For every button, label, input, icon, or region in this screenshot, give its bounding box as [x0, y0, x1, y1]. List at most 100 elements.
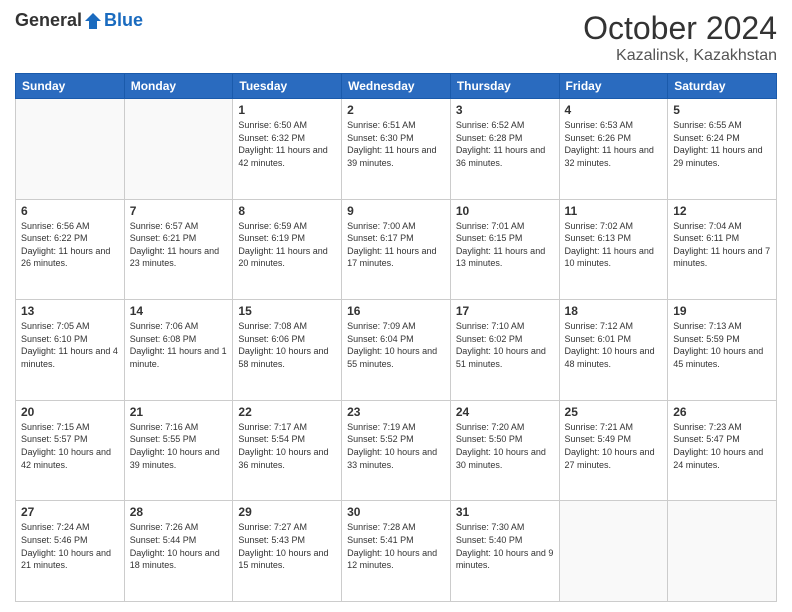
- calendar-cell: 13 Sunrise: 7:05 AM Sunset: 6:10 PM Dayl…: [16, 300, 125, 401]
- location-title: Kazalinsk, Kazakhstan: [583, 47, 777, 65]
- day-info: Sunrise: 7:04 AM Sunset: 6:11 PM Dayligh…: [673, 220, 771, 270]
- day-info: Sunrise: 7:08 AM Sunset: 6:06 PM Dayligh…: [238, 320, 336, 370]
- calendar-cell: 4 Sunrise: 6:53 AM Sunset: 6:26 PM Dayli…: [559, 99, 668, 200]
- day-number: 7: [130, 204, 228, 218]
- calendar-cell: 2 Sunrise: 6:51 AM Sunset: 6:30 PM Dayli…: [342, 99, 451, 200]
- day-info: Sunrise: 6:50 AM Sunset: 6:32 PM Dayligh…: [238, 119, 336, 169]
- calendar-cell: [16, 99, 125, 200]
- calendar-cell: 14 Sunrise: 7:06 AM Sunset: 6:08 PM Dayl…: [124, 300, 233, 401]
- col-header-wednesday: Wednesday: [342, 74, 451, 99]
- calendar-cell: 12 Sunrise: 7:04 AM Sunset: 6:11 PM Dayl…: [668, 199, 777, 300]
- logo-text: General Blue: [15, 10, 143, 31]
- day-number: 21: [130, 405, 228, 419]
- day-number: 3: [456, 103, 554, 117]
- calendar-cell: 31 Sunrise: 7:30 AM Sunset: 5:40 PM Dayl…: [450, 501, 559, 602]
- col-header-tuesday: Tuesday: [233, 74, 342, 99]
- day-info: Sunrise: 6:56 AM Sunset: 6:22 PM Dayligh…: [21, 220, 119, 270]
- calendar-cell: [559, 501, 668, 602]
- calendar-cell: 20 Sunrise: 7:15 AM Sunset: 5:57 PM Dayl…: [16, 400, 125, 501]
- calendar-cell: 22 Sunrise: 7:17 AM Sunset: 5:54 PM Dayl…: [233, 400, 342, 501]
- day-number: 2: [347, 103, 445, 117]
- day-info: Sunrise: 7:26 AM Sunset: 5:44 PM Dayligh…: [130, 521, 228, 571]
- week-row-4: 20 Sunrise: 7:15 AM Sunset: 5:57 PM Dayl…: [16, 400, 777, 501]
- day-number: 4: [565, 103, 663, 117]
- calendar-cell: 9 Sunrise: 7:00 AM Sunset: 6:17 PM Dayli…: [342, 199, 451, 300]
- calendar-cell: 7 Sunrise: 6:57 AM Sunset: 6:21 PM Dayli…: [124, 199, 233, 300]
- day-info: Sunrise: 6:52 AM Sunset: 6:28 PM Dayligh…: [456, 119, 554, 169]
- day-number: 31: [456, 505, 554, 519]
- week-row-1: 1 Sunrise: 6:50 AM Sunset: 6:32 PM Dayli…: [16, 99, 777, 200]
- day-info: Sunrise: 7:23 AM Sunset: 5:47 PM Dayligh…: [673, 421, 771, 471]
- day-number: 16: [347, 304, 445, 318]
- calendar-header-row: SundayMondayTuesdayWednesdayThursdayFrid…: [16, 74, 777, 99]
- col-header-thursday: Thursday: [450, 74, 559, 99]
- calendar-cell: 25 Sunrise: 7:21 AM Sunset: 5:49 PM Dayl…: [559, 400, 668, 501]
- day-info: Sunrise: 6:51 AM Sunset: 6:30 PM Dayligh…: [347, 119, 445, 169]
- day-number: 26: [673, 405, 771, 419]
- calendar-cell: 26 Sunrise: 7:23 AM Sunset: 5:47 PM Dayl…: [668, 400, 777, 501]
- page: General Blue October 2024 Kazalinsk, Kaz…: [0, 0, 792, 612]
- calendar-cell: 21 Sunrise: 7:16 AM Sunset: 5:55 PM Dayl…: [124, 400, 233, 501]
- day-info: Sunrise: 7:17 AM Sunset: 5:54 PM Dayligh…: [238, 421, 336, 471]
- day-number: 12: [673, 204, 771, 218]
- calendar-cell: [124, 99, 233, 200]
- day-info: Sunrise: 7:28 AM Sunset: 5:41 PM Dayligh…: [347, 521, 445, 571]
- calendar-cell: 3 Sunrise: 6:52 AM Sunset: 6:28 PM Dayli…: [450, 99, 559, 200]
- logo-general: General: [15, 10, 82, 31]
- logo: General Blue: [15, 10, 143, 31]
- day-info: Sunrise: 7:15 AM Sunset: 5:57 PM Dayligh…: [21, 421, 119, 471]
- day-number: 8: [238, 204, 336, 218]
- week-row-5: 27 Sunrise: 7:24 AM Sunset: 5:46 PM Dayl…: [16, 501, 777, 602]
- calendar-cell: 27 Sunrise: 7:24 AM Sunset: 5:46 PM Dayl…: [16, 501, 125, 602]
- day-info: Sunrise: 6:59 AM Sunset: 6:19 PM Dayligh…: [238, 220, 336, 270]
- day-number: 11: [565, 204, 663, 218]
- calendar-cell: [668, 501, 777, 602]
- calendar-cell: 15 Sunrise: 7:08 AM Sunset: 6:06 PM Dayl…: [233, 300, 342, 401]
- day-number: 5: [673, 103, 771, 117]
- title-section: October 2024 Kazalinsk, Kazakhstan: [583, 10, 777, 65]
- day-number: 17: [456, 304, 554, 318]
- calendar-cell: 19 Sunrise: 7:13 AM Sunset: 5:59 PM Dayl…: [668, 300, 777, 401]
- col-header-sunday: Sunday: [16, 74, 125, 99]
- day-info: Sunrise: 7:13 AM Sunset: 5:59 PM Dayligh…: [673, 320, 771, 370]
- day-number: 14: [130, 304, 228, 318]
- day-info: Sunrise: 7:27 AM Sunset: 5:43 PM Dayligh…: [238, 521, 336, 571]
- calendar-cell: 28 Sunrise: 7:26 AM Sunset: 5:44 PM Dayl…: [124, 501, 233, 602]
- day-info: Sunrise: 7:00 AM Sunset: 6:17 PM Dayligh…: [347, 220, 445, 270]
- day-info: Sunrise: 6:57 AM Sunset: 6:21 PM Dayligh…: [130, 220, 228, 270]
- header: General Blue October 2024 Kazalinsk, Kaz…: [15, 10, 777, 65]
- calendar-cell: 1 Sunrise: 6:50 AM Sunset: 6:32 PM Dayli…: [233, 99, 342, 200]
- calendar-cell: 5 Sunrise: 6:55 AM Sunset: 6:24 PM Dayli…: [668, 99, 777, 200]
- calendar-cell: 18 Sunrise: 7:12 AM Sunset: 6:01 PM Dayl…: [559, 300, 668, 401]
- logo-icon: [83, 11, 103, 31]
- day-number: 27: [21, 505, 119, 519]
- calendar-cell: 30 Sunrise: 7:28 AM Sunset: 5:41 PM Dayl…: [342, 501, 451, 602]
- day-info: Sunrise: 7:21 AM Sunset: 5:49 PM Dayligh…: [565, 421, 663, 471]
- col-header-monday: Monday: [124, 74, 233, 99]
- day-info: Sunrise: 7:20 AM Sunset: 5:50 PM Dayligh…: [456, 421, 554, 471]
- day-info: Sunrise: 7:05 AM Sunset: 6:10 PM Dayligh…: [21, 320, 119, 370]
- week-row-3: 13 Sunrise: 7:05 AM Sunset: 6:10 PM Dayl…: [16, 300, 777, 401]
- day-number: 24: [456, 405, 554, 419]
- day-number: 30: [347, 505, 445, 519]
- calendar-cell: 24 Sunrise: 7:20 AM Sunset: 5:50 PM Dayl…: [450, 400, 559, 501]
- day-info: Sunrise: 7:10 AM Sunset: 6:02 PM Dayligh…: [456, 320, 554, 370]
- day-info: Sunrise: 7:09 AM Sunset: 6:04 PM Dayligh…: [347, 320, 445, 370]
- calendar-table: SundayMondayTuesdayWednesdayThursdayFrid…: [15, 73, 777, 602]
- day-info: Sunrise: 7:24 AM Sunset: 5:46 PM Dayligh…: [21, 521, 119, 571]
- day-info: Sunrise: 7:06 AM Sunset: 6:08 PM Dayligh…: [130, 320, 228, 370]
- day-info: Sunrise: 7:12 AM Sunset: 6:01 PM Dayligh…: [565, 320, 663, 370]
- col-header-friday: Friday: [559, 74, 668, 99]
- day-number: 20: [21, 405, 119, 419]
- day-number: 13: [21, 304, 119, 318]
- calendar-cell: 8 Sunrise: 6:59 AM Sunset: 6:19 PM Dayli…: [233, 199, 342, 300]
- day-number: 29: [238, 505, 336, 519]
- week-row-2: 6 Sunrise: 6:56 AM Sunset: 6:22 PM Dayli…: [16, 199, 777, 300]
- day-number: 25: [565, 405, 663, 419]
- day-number: 1: [238, 103, 336, 117]
- day-number: 15: [238, 304, 336, 318]
- calendar-cell: 11 Sunrise: 7:02 AM Sunset: 6:13 PM Dayl…: [559, 199, 668, 300]
- calendar-cell: 29 Sunrise: 7:27 AM Sunset: 5:43 PM Dayl…: [233, 501, 342, 602]
- calendar-cell: 16 Sunrise: 7:09 AM Sunset: 6:04 PM Dayl…: [342, 300, 451, 401]
- day-info: Sunrise: 7:30 AM Sunset: 5:40 PM Dayligh…: [456, 521, 554, 571]
